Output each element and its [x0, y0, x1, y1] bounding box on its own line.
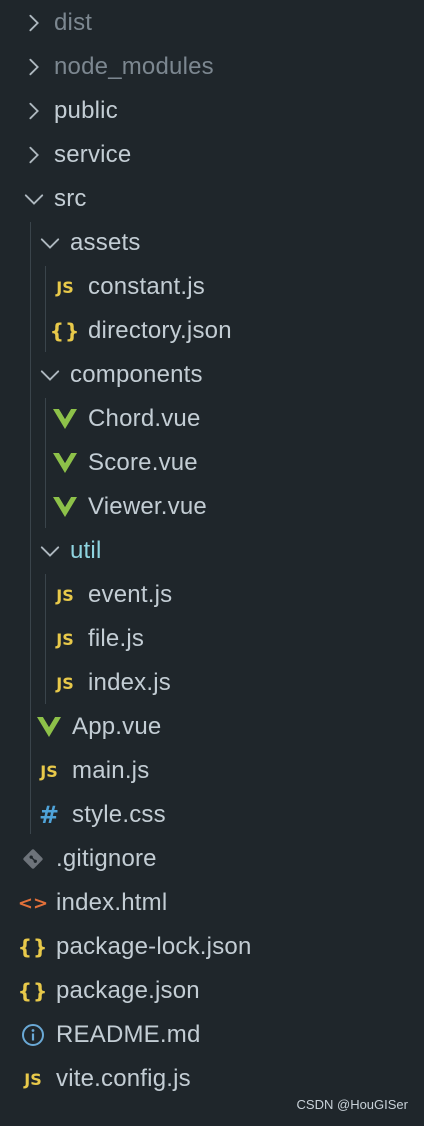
tree-item-label: README.md [56, 1021, 201, 1048]
tree-item-label: directory.json [88, 317, 232, 344]
tree-item-label: public [54, 97, 118, 124]
tree-item-constant-js[interactable]: JS constant.js [0, 265, 424, 309]
tree-item-label: App.vue [72, 713, 162, 740]
tree-item-label: dist [54, 9, 93, 36]
tree-item-label: package.json [56, 977, 200, 1004]
tree-item-score-vue[interactable]: Score.vue [0, 441, 424, 485]
tree-item-label: Score.vue [88, 449, 198, 476]
tree-item-label: file.js [88, 625, 145, 652]
tree-item-dist[interactable]: dist [0, 1, 424, 45]
json-file-icon: {} [49, 319, 81, 343]
tree-item-event-js[interactable]: JS event.js [0, 573, 424, 617]
css-file-icon: # [38, 801, 60, 829]
js-file-icon: JS [56, 629, 74, 649]
js-file-icon: JS [56, 277, 74, 297]
tree-item-label: package-lock.json [56, 933, 252, 960]
watermark: CSDN @HouGISer [296, 1097, 408, 1112]
tree-item-public[interactable]: public [0, 89, 424, 133]
tree-item-viewer-vue[interactable]: Viewer.vue [0, 485, 424, 529]
tree-item-vite-config-js[interactable]: JS vite.config.js [0, 1057, 424, 1101]
tree-item-node-modules[interactable]: node_modules [0, 45, 424, 89]
tree-item-style-css[interactable]: # style.css [0, 793, 424, 837]
chevron-down-icon [22, 187, 46, 211]
tree-item-label: style.css [72, 801, 166, 828]
json-file-icon: {} [17, 979, 49, 1003]
tree-item-label: .gitignore [56, 845, 157, 872]
tree-item-label: constant.js [88, 273, 205, 300]
chevron-right-icon [22, 55, 46, 79]
js-file-icon: JS [24, 1069, 42, 1089]
tree-item-package-lock-json[interactable]: {} package-lock.json [0, 925, 424, 969]
html-file-icon: <> [17, 892, 49, 914]
chevron-right-icon [22, 143, 46, 167]
tree-item-package-json[interactable]: {} package.json [0, 969, 424, 1013]
chevron-down-icon [38, 539, 62, 563]
tree-item-index-html[interactable]: <> index.html [0, 881, 424, 925]
info-file-icon [20, 1022, 46, 1048]
json-file-icon: {} [17, 935, 49, 959]
js-file-icon: JS [56, 585, 74, 605]
tree-item-label: node_modules [54, 53, 214, 80]
tree-item-main-js[interactable]: JS main.js [0, 749, 424, 793]
tree-item-label: index.js [88, 669, 171, 696]
tree-item-label: vite.config.js [56, 1065, 191, 1092]
tree-item-file-js[interactable]: JS file.js [0, 617, 424, 661]
chevron-down-icon [38, 363, 62, 387]
tree-item-label: Chord.vue [88, 405, 201, 432]
vue-file-icon [52, 494, 78, 520]
tree-item-index-js[interactable]: JS index.js [0, 661, 424, 705]
chevron-right-icon [22, 11, 46, 35]
tree-item-label: components [70, 361, 203, 388]
js-file-icon: JS [40, 761, 58, 781]
file-explorer: dist node_modules public service src ass… [0, 0, 424, 1126]
vue-file-icon [36, 714, 62, 740]
tree-item-label: assets [70, 229, 141, 256]
tree-item-util[interactable]: util [0, 529, 424, 573]
tree-item-chord-vue[interactable]: Chord.vue [0, 397, 424, 441]
vue-file-icon [52, 450, 78, 476]
tree-item-label: service [54, 141, 132, 168]
tree-item-label: src [54, 185, 87, 212]
tree-item-label: index.html [56, 889, 168, 916]
tree-item-src[interactable]: src [0, 177, 424, 221]
tree-item-assets[interactable]: assets [0, 221, 424, 265]
js-file-icon: JS [56, 673, 74, 693]
tree-item-directory-json[interactable]: {} directory.json [0, 309, 424, 353]
tree-item-label: Viewer.vue [88, 493, 207, 520]
tree-item-gitignore[interactable]: .gitignore [0, 837, 424, 881]
vue-file-icon [52, 406, 78, 432]
tree-item-components[interactable]: components [0, 353, 424, 397]
tree-item-app-vue[interactable]: App.vue [0, 705, 424, 749]
tree-item-service[interactable]: service [0, 133, 424, 177]
chevron-down-icon [38, 231, 62, 255]
tree-item-label: main.js [72, 757, 150, 784]
git-file-icon [20, 846, 46, 872]
tree-item-label: util [70, 537, 102, 564]
tree-item-label: event.js [88, 581, 173, 608]
chevron-right-icon [22, 99, 46, 123]
tree-item-readme-md[interactable]: README.md [0, 1013, 424, 1057]
